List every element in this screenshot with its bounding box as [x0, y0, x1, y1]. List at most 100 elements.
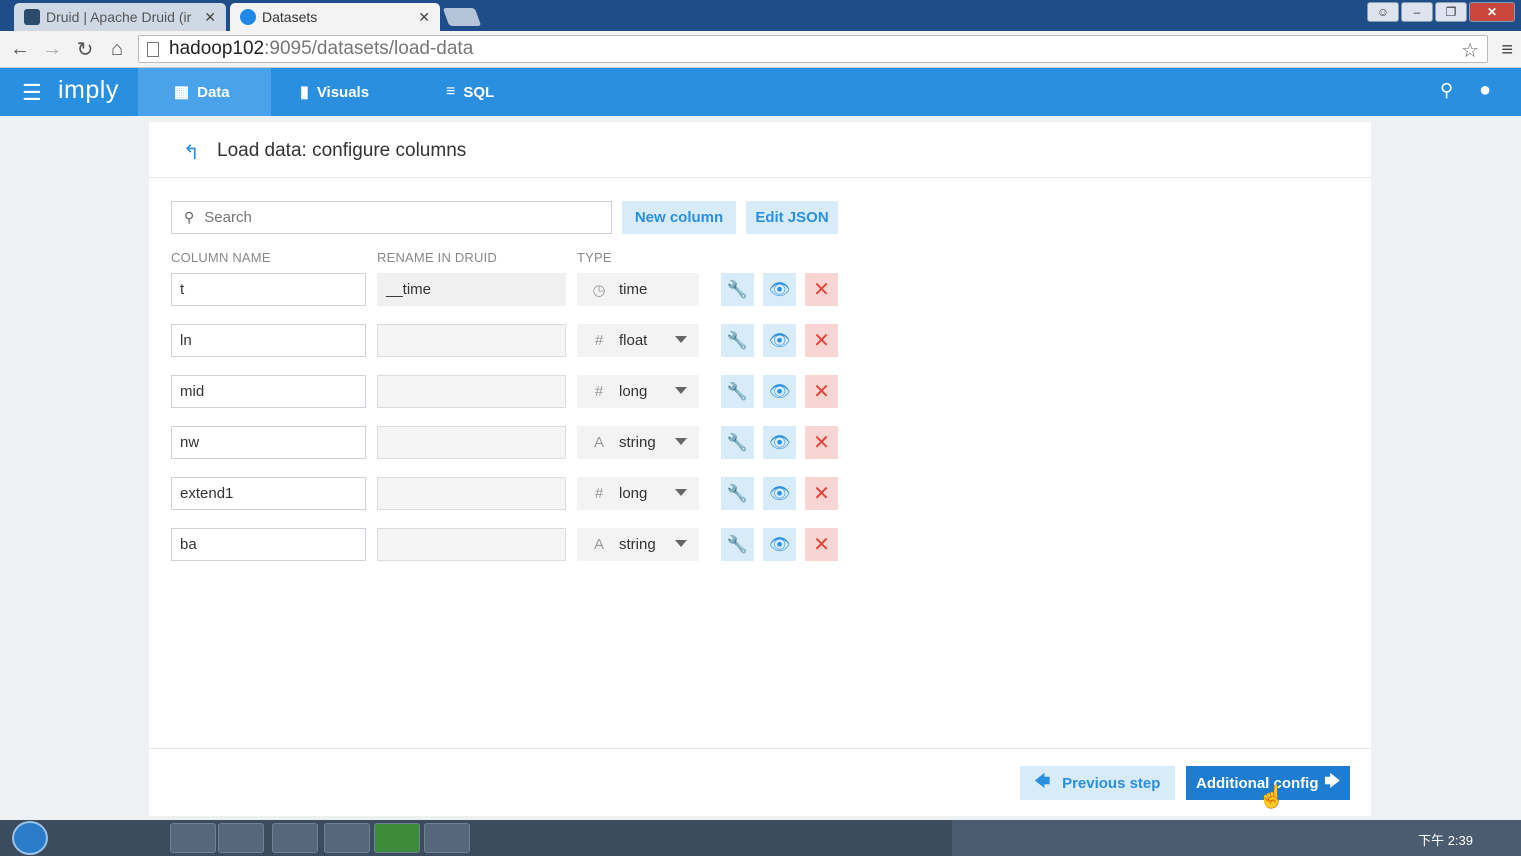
user-icon[interactable]: ☺ — [1367, 2, 1399, 22]
edit-json-button[interactable]: Edit JSON — [746, 201, 838, 234]
page-title: Load data: configure columns — [217, 140, 467, 161]
column-name-field[interactable]: extend1 — [171, 477, 366, 510]
type-select[interactable]: Astring — [577, 528, 699, 561]
hash-icon: # — [594, 485, 604, 502]
rename-field[interactable]: __time — [377, 273, 566, 306]
bookmark-star-icon[interactable]: ☆ — [1461, 38, 1479, 63]
address-bar[interactable]: hadoop102:9095/datasets/load-data ☆ — [138, 35, 1488, 63]
restore-icon[interactable]: ❐ — [1435, 2, 1467, 22]
previous-step-button[interactable]: 🡄 Previous step — [1020, 766, 1175, 800]
type-select[interactable]: Astring — [577, 426, 699, 459]
app-taskbar-icon[interactable] — [272, 823, 318, 853]
search-icon[interactable]: ⚲ — [1440, 80, 1453, 101]
druid-favicon-icon — [24, 9, 40, 25]
rename-field[interactable] — [377, 528, 566, 561]
url-host: hadoop102 — [169, 38, 265, 59]
user-account-icon[interactable]: ● — [1479, 79, 1491, 102]
visibility-eye-button[interactable]: 👁 — [763, 375, 796, 408]
load-data-panel: ↰ Load data: configure columns ⚲ New col… — [149, 122, 1371, 816]
browser-tab-datasets[interactable]: Datasets ✕ — [230, 3, 440, 31]
type-select[interactable]: # float — [577, 324, 699, 357]
os-taskbar: 下午 2:39 — [0, 820, 1521, 856]
rename-header: RENAME IN DRUID — [377, 250, 498, 265]
url-path: :9095/datasets/load-data — [264, 38, 474, 59]
home-icon[interactable]: ⌂ — [105, 37, 129, 61]
rename-field[interactable] — [377, 375, 566, 408]
nav-tab-label: SQL — [463, 83, 495, 101]
delete-column-button[interactable]: ✕ — [805, 273, 838, 306]
text-icon: A — [593, 434, 604, 451]
nav-tab-visuals[interactable]: ▮ Visuals — [264, 68, 405, 116]
type-select[interactable]: # long — [577, 375, 699, 408]
delete-column-button[interactable]: ✕ — [805, 426, 838, 459]
tab-close-icon[interactable]: ✕ — [418, 9, 430, 26]
window-close-icon[interactable]: ✕ — [1469, 2, 1515, 22]
browser-tab-druid[interactable]: Druid | Apache Druid (ir ✕ — [14, 3, 226, 31]
column-name-field[interactable]: ln — [171, 324, 366, 357]
configure-wrench-button[interactable]: 🔧 — [721, 375, 754, 408]
visibility-eye-button[interactable]: 👁 — [763, 273, 796, 306]
rename-field[interactable] — [377, 426, 566, 459]
chrome-taskbar-icon[interactable] — [170, 823, 216, 853]
search-box[interactable]: ⚲ — [171, 201, 612, 234]
column-name-field[interactable]: t — [171, 273, 366, 306]
explorer-taskbar-icon[interactable] — [218, 823, 264, 853]
browser-menu-icon[interactable]: ≡ — [1501, 39, 1513, 62]
reload-icon[interactable]: ↻ — [73, 37, 97, 61]
page-icon — [147, 41, 159, 57]
column-row: ln # float 🔧 👁 ✕ — [171, 324, 871, 357]
hamburger-menu-icon[interactable]: ☰ — [22, 80, 42, 106]
terminal-taskbar-icon[interactable] — [374, 823, 420, 853]
column-row: t __time ◷ time 🔧 👁 ✕ — [171, 273, 871, 306]
new-column-button[interactable]: New column — [622, 201, 736, 234]
calculator-taskbar-icon[interactable] — [324, 823, 370, 853]
back-icon[interactable]: ↰ — [183, 140, 200, 165]
app-header: ☰ imply ▦ Data ▮ Visuals ≡ SQL ⚲ ● — [0, 68, 1521, 116]
imply-logo[interactable]: imply — [58, 76, 119, 105]
column-name-field[interactable]: nw — [171, 426, 366, 459]
configure-wrench-button[interactable]: 🔧 — [721, 426, 754, 459]
arrow-left-icon: 🡄 — [1034, 772, 1051, 790]
configure-wrench-button[interactable]: 🔧 — [721, 477, 754, 510]
search-icon: ⚲ — [184, 209, 195, 225]
column-name-field[interactable]: ba — [171, 528, 366, 561]
visibility-eye-button[interactable]: 👁 — [763, 528, 796, 561]
configure-wrench-button[interactable]: 🔧 — [721, 528, 754, 561]
type-label: string — [619, 434, 656, 451]
rename-field[interactable] — [377, 477, 566, 510]
visibility-eye-button[interactable]: 👁 — [763, 477, 796, 510]
column-name-field[interactable]: mid — [171, 375, 366, 408]
new-tab-button[interactable] — [442, 8, 482, 26]
delete-column-button[interactable]: ✕ — [805, 477, 838, 510]
column-row: ba Astring 🔧 👁 ✕ — [171, 528, 871, 561]
bar-chart-icon: ▮ — [300, 84, 309, 101]
pinned-notes-icon[interactable] — [118, 823, 164, 853]
type-label: long — [619, 485, 648, 502]
minimize-icon[interactable]: – — [1401, 2, 1433, 22]
rename-field[interactable] — [377, 324, 566, 357]
word-taskbar-icon[interactable] — [424, 823, 470, 853]
visibility-eye-button[interactable]: 👁 — [763, 426, 796, 459]
text-icon: A — [593, 536, 604, 553]
back-arrow-icon[interactable]: ← — [8, 37, 32, 61]
configure-wrench-button[interactable]: 🔧 — [721, 324, 754, 357]
browser-tab-strip: Druid | Apache Druid (ir ✕ Datasets ✕ ☺ … — [0, 0, 1521, 31]
configure-wrench-button[interactable]: 🔧 — [721, 273, 754, 306]
delete-column-button[interactable]: ✕ — [805, 375, 838, 408]
visibility-eye-button[interactable]: 👁 — [763, 324, 796, 357]
nav-tab-sql[interactable]: ≡ SQL — [410, 68, 530, 116]
tab-close-icon[interactable]: ✕ — [204, 9, 216, 26]
type-label: long — [619, 383, 648, 400]
imply-favicon-icon — [240, 9, 256, 25]
start-button[interactable] — [12, 821, 48, 855]
pinned-app-icon[interactable] — [70, 823, 116, 853]
delete-column-button[interactable]: ✕ — [805, 324, 838, 357]
table-icon: ▦ — [174, 84, 190, 101]
search-input[interactable] — [204, 209, 585, 226]
type-label: time — [619, 281, 648, 298]
arrow-right-icon: 🡆 — [1324, 772, 1340, 790]
forward-arrow-icon[interactable]: → — [40, 37, 64, 61]
delete-column-button[interactable]: ✕ — [805, 528, 838, 561]
nav-tab-data[interactable]: ▦ Data — [138, 68, 271, 116]
type-select[interactable]: # long — [577, 477, 699, 510]
